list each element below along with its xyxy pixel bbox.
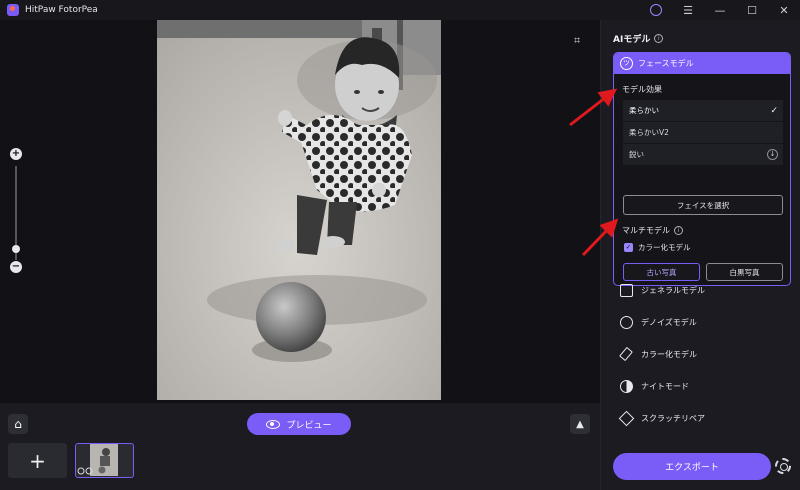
minimize-icon: — (714, 3, 726, 17)
checkmark-icon: ✓ (770, 105, 778, 116)
brush-icon (620, 348, 633, 361)
download-icon[interactable]: ↓ (767, 149, 778, 160)
night-icon (620, 380, 633, 393)
option-soft-v2[interactable]: 柔らかいV2 (623, 122, 783, 143)
info-icon[interactable]: i (674, 226, 683, 235)
face-model-label: フェースモデル (638, 59, 694, 68)
bottom-toolbar: ⌂ プレビュー ▲ + (0, 403, 600, 490)
window-controls: ☰ — ☐ ✕ (640, 0, 800, 20)
model-item-night[interactable]: ナイトモード (620, 380, 689, 393)
export-button[interactable]: エクスポート (613, 453, 771, 480)
model-effect-label: モデル効果 (622, 84, 662, 95)
collapse-button[interactable]: ▲ (570, 414, 590, 434)
chevron-up-icon: ▲ (576, 418, 584, 430)
zoom-thumb[interactable] (12, 244, 20, 253)
menu-button[interactable]: ☰ (672, 0, 704, 20)
panel-title-text: AIモデル (613, 35, 651, 45)
canvas-area: ⌗ + − (0, 20, 600, 403)
face-model-header[interactable]: ツ フェースモデル (614, 53, 790, 74)
close-button[interactable]: ✕ (768, 0, 800, 20)
denoise-icon (620, 316, 633, 329)
maximize-icon: ☐ (747, 3, 757, 17)
option-soft[interactable]: 柔らかい ✓ (623, 100, 783, 121)
photo-image (157, 20, 441, 400)
crop-icon[interactable]: ⌗ (574, 34, 580, 48)
preview-button[interactable]: プレビュー (247, 413, 351, 435)
model-item-general[interactable]: ジェネラルモデル (620, 284, 705, 297)
option-sharp-label: 鋭い (629, 150, 644, 159)
preview-label: プレビュー (286, 420, 332, 431)
option-soft-v2-label: 柔らかいV2 (629, 128, 669, 137)
colorize-checkbox-row[interactable]: ✓ カラー化モデル (624, 242, 691, 253)
minimize-button[interactable]: — (704, 0, 736, 20)
ai-model-panel: AIモデル i ツ フェースモデル モデル効果 柔らかい ✓ 柔らかいV2 鋭い… (600, 20, 800, 490)
model-item-denoise[interactable]: デノイズモデル (620, 316, 697, 329)
colorize-checkbox-label: カラー化モデル (638, 243, 691, 252)
multi-model-text: マルチモデル (622, 226, 670, 235)
face-model-card: ツ フェースモデル モデル効果 柔らかい ✓ 柔らかいV2 鋭い ↓ フェイスを… (613, 52, 791, 286)
home-icon: ⌂ (14, 417, 22, 431)
photo-preview (157, 20, 441, 400)
title-bar: HitPaw FotorPea ☰ — ☐ ✕ (0, 0, 800, 20)
option-soft-label: 柔らかい (629, 106, 659, 115)
model-effect-text: モデル効果 (622, 85, 662, 94)
thumbnail-image (76, 444, 132, 476)
face-icon: ツ (620, 57, 633, 70)
close-icon: ✕ (779, 3, 789, 17)
scratch-icon (618, 410, 635, 427)
user-icon (650, 4, 662, 16)
menu-icon: ☰ (683, 3, 693, 17)
gear-icon[interactable] (775, 458, 791, 474)
old-photo-button[interactable]: 古い写真 (623, 263, 700, 281)
zoom-in-button[interactable]: + (10, 148, 22, 160)
model-night-label: ナイトモード (641, 382, 689, 391)
add-image-button[interactable]: + (8, 443, 67, 478)
option-sharp[interactable]: 鋭い ↓ (623, 144, 783, 165)
app-title: HitPaw FotorPea (25, 5, 98, 15)
user-account-button[interactable] (640, 0, 672, 20)
model-scratch-label: スクラッチリペア (641, 414, 705, 423)
panel-title: AIモデル i (613, 32, 664, 45)
eye-icon (266, 419, 281, 429)
model-item-colorize[interactable]: カラー化モデル (620, 348, 697, 361)
model-general-label: ジェネラルモデル (641, 286, 705, 295)
image-icon (620, 284, 633, 297)
info-icon[interactable]: i (654, 34, 664, 43)
maximize-button[interactable]: ☐ (736, 0, 768, 20)
model-colorize-label: カラー化モデル (641, 350, 697, 359)
colorize-checkbox[interactable]: ✓ (624, 243, 633, 252)
home-button[interactable]: ⌂ (8, 414, 28, 434)
model-item-scratch[interactable]: スクラッチリペア (618, 410, 705, 427)
select-face-button[interactable]: フェイスを選択 (623, 195, 783, 215)
model-denoise-label: デノイズモデル (641, 318, 697, 327)
bw-photo-button[interactable]: 白黒写真 (706, 263, 783, 281)
image-thumbnail[interactable] (75, 443, 134, 478)
multi-model-label: マルチモデル i (622, 225, 683, 236)
zoom-slider[interactable]: + − (9, 148, 23, 278)
zoom-out-button[interactable]: − (10, 261, 22, 273)
app-logo-icon (7, 4, 19, 16)
